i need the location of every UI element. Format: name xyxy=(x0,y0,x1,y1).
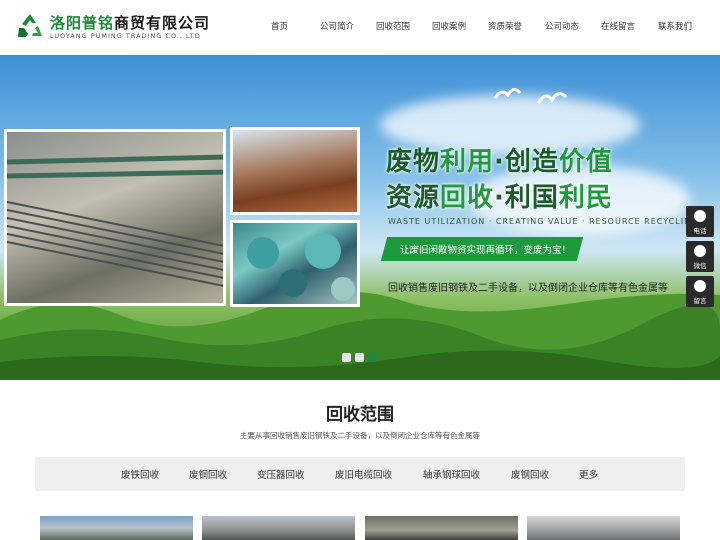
slogan-1-part-b: 利用 xyxy=(440,147,495,177)
slogan-line-2: 资源回收·利国利民 xyxy=(386,177,613,214)
product-thumbnail[interactable] xyxy=(527,516,680,540)
product-thumbnail[interactable] xyxy=(365,516,518,540)
used-motors-photo xyxy=(230,220,360,307)
nav-message[interactable]: 在线留言 xyxy=(601,20,635,32)
company-logo[interactable]: 洛阳普铭商贸有限公司 LUOYANG PUMING TRADING CO., L… xyxy=(16,12,226,44)
banner-description: 回收销售废旧钢铁及二手设备，以及倒闭企业仓库等有色金属等 xyxy=(388,283,668,294)
nav-about[interactable]: 公司简介 xyxy=(320,20,354,32)
tab-scrap-copper[interactable]: 废铜回收 xyxy=(189,467,227,481)
scrap-metal-photo xyxy=(230,127,360,215)
motors-illustration xyxy=(247,233,355,301)
slogan-2-part-c: ·利国 xyxy=(494,183,559,213)
logo-english-name: LUOYANG PUMING TRADING CO., LTD xyxy=(50,32,201,40)
product-thumbnail[interactable] xyxy=(202,516,355,540)
slogan-1-part-a: 废物 xyxy=(386,147,441,177)
side-phone-label: 电话 xyxy=(693,227,707,235)
steel-pipes-illustration xyxy=(7,154,223,287)
category-tabs: 废铁回收 废铜回收 变压器回收 废旧电缆回收 轴承钢球回收 废钢回收 更多 xyxy=(35,457,685,491)
nav-scope[interactable]: 回收范围 xyxy=(376,20,410,32)
wechat-icon xyxy=(694,245,706,257)
side-message-button[interactable]: 留言 xyxy=(686,276,714,307)
logo-name-part-3: 商贸有限公司 xyxy=(114,14,211,32)
nav-news[interactable]: 公司动态 xyxy=(545,20,579,32)
tab-more[interactable]: 更多 xyxy=(579,467,598,481)
side-message-label: 留言 xyxy=(693,297,707,305)
slogan-2-part-b: 回收 xyxy=(440,183,495,213)
logo-name-part-2: 普铭 xyxy=(82,14,115,32)
tab-scrap-iron[interactable]: 废铁回收 xyxy=(121,467,159,481)
logo-chinese-name: 洛阳普铭商贸有限公司 xyxy=(50,12,210,33)
slogan-2-part-a: 资源 xyxy=(386,183,441,213)
nav-contact[interactable]: 联系我们 xyxy=(658,20,692,32)
main-nav: 首页 公司简介 回收范围 回收案例 资质荣誉 公司动态 在线留言 联系我们 xyxy=(250,0,710,55)
product-thumbnail[interactable] xyxy=(40,516,193,540)
tab-transformer[interactable]: 变压器回收 xyxy=(257,467,305,481)
section-title: 回收范围 xyxy=(326,405,394,425)
slogan-1-part-c: ·创造 xyxy=(494,147,559,177)
message-icon xyxy=(694,280,706,292)
nav-cases[interactable]: 回收案例 xyxy=(432,20,466,32)
section-subtitle: 主要从事回收销售废旧钢铁及二手设备，以及倒闭企业仓库等有色金属等 xyxy=(240,431,480,440)
tab-cable[interactable]: 废旧电缆回收 xyxy=(335,467,392,481)
slogan-english: WASTE UTILIZATION · CREATING VALUE · RES… xyxy=(388,217,699,226)
side-phone-button[interactable]: 电话 xyxy=(686,206,714,237)
slogan-1-part-d: 价值 xyxy=(558,147,613,177)
slogan-line-1: 废物利用·创造价值 xyxy=(386,141,613,178)
nav-honors[interactable]: 资质荣誉 xyxy=(488,20,522,32)
site-header: 洛阳普铭商贸有限公司 LUOYANG PUMING TRADING CO., L… xyxy=(0,0,720,55)
slider-dot-2[interactable] xyxy=(355,353,364,362)
tagline-text: 让废旧闲散物资实现再循环，变废为宝！ xyxy=(400,245,572,256)
side-wechat-button[interactable]: 微信 xyxy=(686,241,714,272)
side-wechat-label: 微信 xyxy=(693,262,707,270)
slider-dot-3[interactable] xyxy=(368,353,377,362)
recycle-logo-icon xyxy=(18,14,42,37)
logo-name-part-1: 洛阳 xyxy=(50,14,83,32)
slider-dot-1[interactable] xyxy=(342,353,351,362)
tab-bearing[interactable]: 轴承钢球回收 xyxy=(423,467,480,481)
phone-icon xyxy=(694,210,706,222)
slogan-2-part-d: 利民 xyxy=(558,183,613,213)
birds-decoration-icon xyxy=(493,88,568,104)
tab-scrap-steel[interactable]: 废钢回收 xyxy=(511,467,549,481)
nav-home[interactable]: 首页 xyxy=(271,20,288,32)
hero-banner: 废物利用·创造价值 资源回收·利国利民 WASTE UTILIZATION · … xyxy=(0,55,720,380)
steel-pipes-photo xyxy=(4,129,226,306)
